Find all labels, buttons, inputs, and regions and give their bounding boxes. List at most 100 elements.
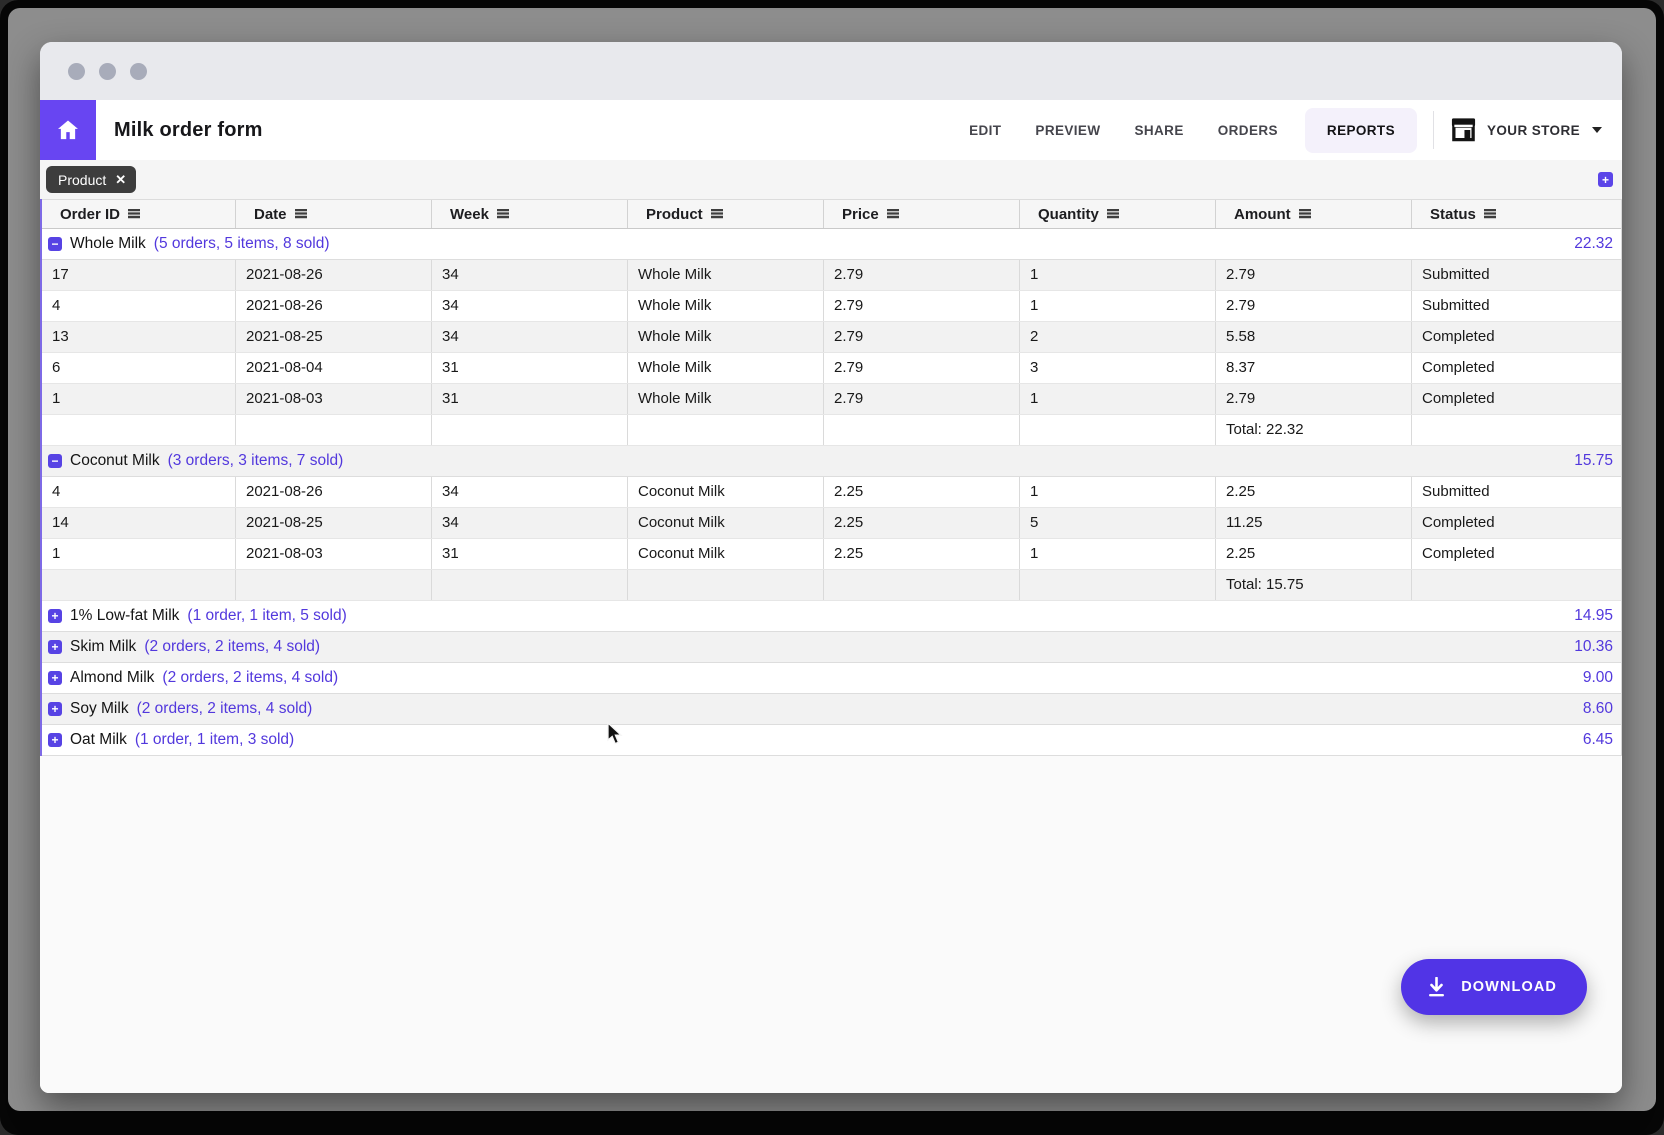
group-summary: (5 orders, 5 items, 8 sold): [154, 235, 330, 253]
column-header-product[interactable]: Product: [628, 200, 824, 228]
header-nav: EDIT PREVIEW SHARE ORDERS REPORTS YOUR STORE: [952, 108, 1622, 153]
add-icon[interactable]: +: [1598, 172, 1613, 187]
nav-item-reports[interactable]: REPORTS: [1305, 108, 1417, 153]
grid-cell: 34: [432, 477, 628, 507]
grid-cell: [236, 415, 432, 445]
column-menu-icon[interactable]: [887, 209, 899, 219]
window-dot-2: [99, 63, 116, 80]
column-menu-icon[interactable]: [711, 209, 723, 219]
group-row-oat-milk[interactable]: +Oat Milk(1 order, 1 item, 3 sold)6.45: [42, 725, 1621, 756]
group-chip-label: Product: [58, 172, 106, 188]
group-row-almond-milk[interactable]: +Almond Milk(2 orders, 2 items, 4 sold)9…: [42, 663, 1621, 694]
column-header-status[interactable]: Status: [1412, 200, 1621, 228]
grid-cell: 1: [1020, 291, 1216, 321]
grid-cell: 2021-08-25: [236, 508, 432, 538]
grid-cell: 1: [1020, 384, 1216, 414]
group-chip-product[interactable]: Product ✕: [46, 166, 136, 193]
grid-cell: 2.25: [824, 477, 1020, 507]
nav-item-preview[interactable]: PREVIEW: [1035, 123, 1100, 138]
page-title: Milk order form: [114, 119, 263, 142]
group-name: Coconut Milk: [70, 452, 160, 470]
screen-frame: Milk order form EDIT PREVIEW SHARE ORDERS RE…: [0, 0, 1664, 1135]
nav-item-edit[interactable]: EDIT: [969, 123, 1001, 138]
grid-cell: Completed: [1412, 353, 1621, 383]
grid-cell: [432, 415, 628, 445]
nav-divider: [1433, 111, 1434, 149]
column-header-order-id[interactable]: Order ID: [42, 200, 236, 228]
grid-cell: 2.25: [824, 539, 1020, 569]
grid-cell: 11.25: [1216, 508, 1412, 538]
storefront-icon: [1450, 117, 1477, 143]
group-row-whole-milk[interactable]: −Whole Milk(5 orders, 5 items, 8 sold)22…: [42, 229, 1621, 260]
grid-cell: 5.58: [1216, 322, 1412, 352]
window-dot-3: [130, 63, 147, 80]
collapse-icon[interactable]: −: [48, 454, 62, 468]
grid-cell: 1: [1020, 539, 1216, 569]
grid-cell: [42, 570, 236, 600]
grid-cell: 2.25: [1216, 539, 1412, 569]
expand-icon[interactable]: +: [48, 640, 62, 654]
grid-cell: Whole Milk: [628, 384, 824, 414]
group-row-soy-milk[interactable]: +Soy Milk(2 orders, 2 items, 4 sold)8.60: [42, 694, 1621, 725]
column-header-week[interactable]: Week: [432, 200, 628, 228]
grid-cell: Submitted: [1412, 260, 1621, 290]
grid-cell: Completed: [1412, 384, 1621, 414]
column-menu-icon[interactable]: [128, 209, 140, 219]
group-name: Skim Milk: [70, 638, 136, 656]
group-summary: (2 orders, 2 items, 4 sold): [144, 638, 320, 656]
home-button[interactable]: [40, 100, 96, 160]
grid-cell: 2021-08-26: [236, 477, 432, 507]
column-header-quantity[interactable]: Quantity: [1020, 200, 1216, 228]
grid-cell: 1: [1020, 260, 1216, 290]
data-row: 42021-08-2634Coconut Milk2.2512.25Submit…: [42, 477, 1621, 508]
grid-cell: Whole Milk: [628, 322, 824, 352]
expand-icon[interactable]: +: [48, 609, 62, 623]
group-amount: 15.75: [1574, 452, 1613, 470]
collapse-icon[interactable]: −: [48, 237, 62, 251]
nav-item-orders[interactable]: ORDERS: [1218, 123, 1278, 138]
column-header-label: Date: [254, 206, 287, 223]
column-menu-icon[interactable]: [1484, 209, 1496, 219]
data-row: 62021-08-0431Whole Milk2.7938.37Complete…: [42, 353, 1621, 384]
group-amount: 14.95: [1574, 607, 1613, 625]
expand-icon[interactable]: +: [48, 671, 62, 685]
column-header-label: Amount: [1234, 206, 1291, 223]
group-name: Soy Milk: [70, 700, 129, 718]
group-row-skim-milk[interactable]: + Skim Milk (2 orders, 2 items, 4 sold) 10.…: [42, 632, 1621, 663]
expand-icon[interactable]: +: [48, 702, 62, 716]
group-row-coconut-milk[interactable]: −Coconut Milk(3 orders, 3 items, 7 sold)…: [42, 446, 1621, 477]
group-total-row: Total: 22.32: [42, 415, 1621, 446]
grid-cell: Coconut Milk: [628, 477, 824, 507]
download-button[interactable]: DOWNLOAD: [1401, 959, 1587, 1015]
grid-cell: 14: [42, 508, 236, 538]
column-header-amount[interactable]: Amount: [1216, 200, 1412, 228]
column-menu-icon[interactable]: [295, 209, 307, 219]
store-menu-button[interactable]: YOUR STORE: [1450, 117, 1602, 143]
group-amount: 10.36: [1574, 638, 1613, 656]
column-menu-icon[interactable]: [1299, 209, 1311, 219]
column-header-date[interactable]: Date: [236, 200, 432, 228]
column-menu-icon[interactable]: [1107, 209, 1119, 219]
nav-item-share[interactable]: SHARE: [1134, 123, 1183, 138]
expand-icon[interactable]: +: [48, 733, 62, 747]
column-header-price[interactable]: Price: [824, 200, 1020, 228]
download-label: DOWNLOAD: [1461, 979, 1557, 995]
column-header-label: Quantity: [1038, 206, 1099, 223]
column-menu-icon[interactable]: [497, 209, 509, 219]
grid-cell: 2021-08-25: [236, 322, 432, 352]
grid-cell: 2021-08-04: [236, 353, 432, 383]
group-total-row: Total: 15.75: [42, 570, 1621, 601]
group-row-1-low-fat-milk[interactable]: +1% Low-fat Milk(1 order, 1 item, 5 sold…: [42, 601, 1621, 632]
grid-cell: Coconut Milk: [628, 539, 824, 569]
remove-chip-icon[interactable]: ✕: [115, 173, 126, 186]
grid-cell: Completed: [1412, 322, 1621, 352]
data-row: 12021-08-0331Coconut Milk2.2512.25Comple…: [42, 539, 1621, 570]
grid-empty-area: [40, 756, 1622, 1093]
column-header-label: Status: [1430, 206, 1476, 223]
grid-cell: 2.79: [824, 384, 1020, 414]
grid-cell: Whole Milk: [628, 353, 824, 383]
grid-cell: [42, 415, 236, 445]
grid-cell: [824, 415, 1020, 445]
grid-cell: 2021-08-26: [236, 260, 432, 290]
grid-cell: 1: [1020, 477, 1216, 507]
